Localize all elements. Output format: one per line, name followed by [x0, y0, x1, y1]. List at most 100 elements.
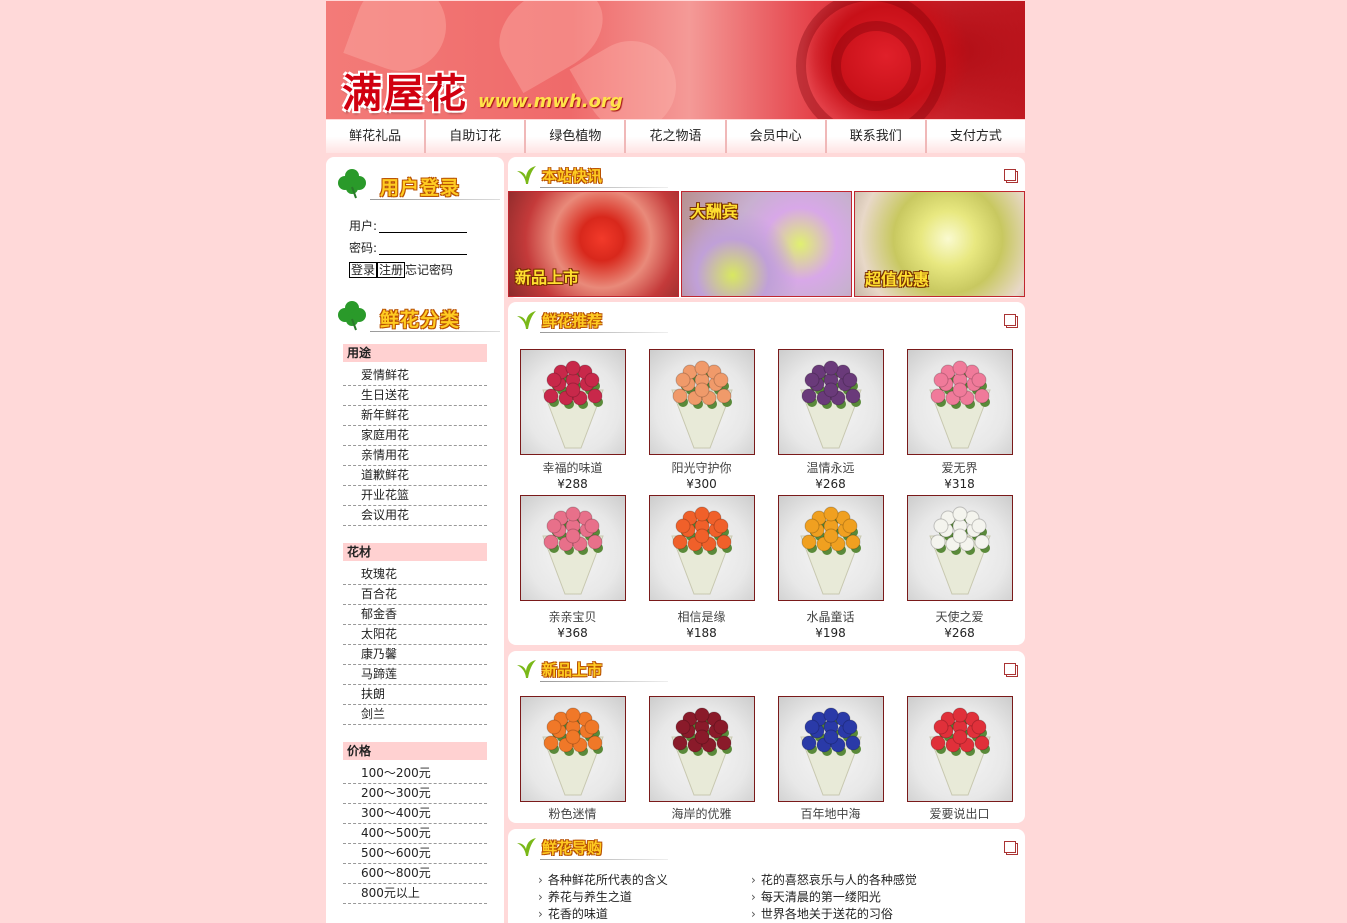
- site-logo[interactable]: 满屋花: [342, 61, 468, 119]
- category-item[interactable]: 新年鲜花: [343, 406, 487, 426]
- product-name[interactable]: 幸福的味道: [508, 460, 637, 476]
- product-name[interactable]: 爱要说出口: [895, 806, 1024, 822]
- category-item[interactable]: 生日送花: [343, 386, 487, 406]
- product-name[interactable]: 亲亲宝贝: [508, 609, 637, 625]
- product-card[interactable]: 爱无界 ¥318: [895, 349, 1024, 492]
- product-card[interactable]: 相信是缘 ¥188: [637, 495, 766, 641]
- category-item[interactable]: 郁金香: [343, 605, 487, 625]
- nav-item-order[interactable]: 自助订花: [426, 120, 527, 153]
- new-arrivals-title: 新品上市: [542, 661, 603, 679]
- product-card[interactable]: 爱要说出口: [895, 696, 1024, 822]
- product-name[interactable]: 相信是缘: [637, 609, 766, 625]
- product-image[interactable]: [906, 696, 1013, 802]
- category-item[interactable]: 会议用花: [343, 506, 487, 526]
- product-image[interactable]: [519, 696, 626, 802]
- nav-item-flower-language[interactable]: 花之物语: [626, 120, 727, 153]
- product-card[interactable]: 粉色迷情: [508, 696, 637, 822]
- product-card[interactable]: 百年地中海: [766, 696, 895, 822]
- product-image[interactable]: [648, 495, 755, 601]
- category-item[interactable]: 亲情用花: [343, 446, 487, 466]
- category-item[interactable]: 马蹄莲: [343, 665, 487, 685]
- product-image[interactable]: [777, 349, 884, 455]
- product-image[interactable]: [519, 495, 626, 601]
- category-title: 鲜花分类: [380, 309, 461, 331]
- product-name[interactable]: 百年地中海: [766, 806, 895, 822]
- category-item[interactable]: 开业花篮: [343, 486, 487, 506]
- category-item[interactable]: 太阳花: [343, 625, 487, 645]
- sidebar: 用户登录 用户: 密码: 登录 注册 忘记密码 鲜花分类 用途 爱情鲜花 生日送花 …: [326, 157, 504, 923]
- product-name[interactable]: 爱无界: [895, 460, 1024, 476]
- recommend-box: 鲜花推荐 幸福的味道 ¥288 阳光守护你 ¥300 温情永远 ¥268 爱无界…: [508, 302, 1025, 645]
- product-card[interactable]: 水晶童话 ¥198: [766, 495, 895, 641]
- nav-item-member[interactable]: 会员中心: [726, 120, 827, 153]
- guide-link[interactable]: 世界各地关于送花的习俗: [751, 906, 917, 923]
- guide-link[interactable]: 各种鲜花所代表的含义: [538, 872, 668, 889]
- nav-item-plants[interactable]: 绿色植物: [526, 120, 627, 153]
- more-icon[interactable]: [1004, 314, 1016, 326]
- category-item[interactable]: 家庭用花: [343, 426, 487, 446]
- more-icon[interactable]: [1004, 663, 1016, 675]
- user-label: 用户:: [349, 219, 378, 233]
- product-image[interactable]: [777, 696, 884, 802]
- nav-item-gifts[interactable]: 鲜花礼品: [326, 120, 427, 153]
- product-card[interactable]: 阳光守护你 ¥300: [637, 349, 766, 492]
- product-image[interactable]: [906, 349, 1013, 455]
- recommend-section-title: 鲜花推荐: [514, 308, 674, 334]
- product-name[interactable]: 粉色迷情: [508, 806, 637, 822]
- promo-super-value[interactable]: 超值优惠: [854, 191, 1025, 297]
- category-item[interactable]: 100～200元: [343, 764, 487, 784]
- product-image[interactable]: [648, 696, 755, 802]
- site-url: www.mwh.org: [478, 91, 623, 112]
- promo-big-sale[interactable]: 大酬宾: [681, 191, 852, 297]
- password-field[interactable]: [379, 242, 468, 255]
- guide-link[interactable]: 花的喜怒哀乐与人的各种感觉: [751, 872, 917, 889]
- product-card[interactable]: 海岸的优雅: [637, 696, 766, 822]
- product-name[interactable]: 水晶童话: [766, 609, 895, 625]
- product-image[interactable]: [777, 495, 884, 601]
- category-item[interactable]: 百合花: [343, 585, 487, 605]
- guide-link[interactable]: 养花与养生之道: [538, 889, 668, 906]
- category-group-usage: 用途: [343, 344, 487, 362]
- login-form: 用户: 密码: 登录 注册 忘记密码: [349, 217, 499, 283]
- guide-link[interactable]: 每天清晨的第一缕阳光: [751, 889, 917, 906]
- category-item[interactable]: 500～600元: [343, 844, 487, 864]
- guide-link[interactable]: 花香的味道: [538, 906, 668, 923]
- news-section-title: 本站快讯: [514, 163, 674, 189]
- promo-caption: 超值优惠: [865, 270, 930, 289]
- guide-box: 鲜花导购 各种鲜花所代表的含义 养花与养生之道 花香的味道 花的喜怒哀乐与人的各…: [508, 829, 1025, 923]
- product-name[interactable]: 天使之爱: [895, 609, 1024, 625]
- promo-new-arrivals[interactable]: 新品上市: [508, 191, 679, 297]
- new-arrivals-box: 新品上市 粉色迷情 海岸的优雅 百年地中海 爱要说出口: [508, 651, 1025, 823]
- product-card[interactable]: 幸福的味道 ¥288: [508, 349, 637, 492]
- product-card[interactable]: 温情永远 ¥268: [766, 349, 895, 492]
- category-item[interactable]: 剑兰: [343, 705, 487, 725]
- category-item[interactable]: 道歉鲜花: [343, 466, 487, 486]
- username-field[interactable]: [379, 220, 468, 233]
- product-name[interactable]: 温情永远: [766, 460, 895, 476]
- news-title: 本站快讯: [542, 167, 603, 185]
- category-item[interactable]: 600～800元: [343, 864, 487, 884]
- more-icon[interactable]: [1004, 841, 1016, 853]
- product-image[interactable]: [906, 495, 1013, 601]
- product-image[interactable]: [648, 349, 755, 455]
- category-item[interactable]: 800元以上: [343, 884, 487, 904]
- more-icon[interactable]: [1004, 169, 1016, 181]
- category-item[interactable]: 200～300元: [343, 784, 487, 804]
- nav-item-payment[interactable]: 支付方式: [926, 120, 1025, 153]
- category-item[interactable]: 300～400元: [343, 804, 487, 824]
- category-item[interactable]: 扶朗: [343, 685, 487, 705]
- nav-item-contact[interactable]: 联系我们: [826, 120, 927, 153]
- forgot-password-link[interactable]: 忘记密码: [405, 263, 453, 277]
- register-button[interactable]: 注册: [377, 262, 406, 278]
- category-item[interactable]: 康乃馨: [343, 645, 487, 665]
- category-item[interactable]: 400～500元: [343, 824, 487, 844]
- category-item[interactable]: 爱情鲜花: [343, 366, 487, 386]
- bouquet-illustration: [799, 506, 862, 595]
- product-name[interactable]: 海岸的优雅: [637, 806, 766, 822]
- product-card[interactable]: 天使之爱 ¥268: [895, 495, 1024, 641]
- product-card[interactable]: 亲亲宝贝 ¥368: [508, 495, 637, 641]
- login-button[interactable]: 登录: [349, 262, 378, 278]
- category-item[interactable]: 玫瑰花: [343, 565, 487, 585]
- product-image[interactable]: [519, 349, 626, 455]
- product-name[interactable]: 阳光守护你: [637, 460, 766, 476]
